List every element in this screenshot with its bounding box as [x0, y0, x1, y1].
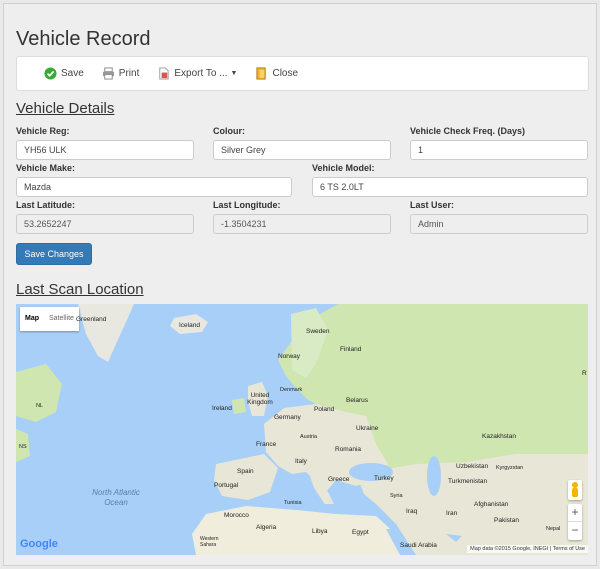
map-label-france: France	[256, 441, 277, 448]
last-user-field: Admin	[410, 214, 588, 234]
google-logo-text: Google	[20, 538, 58, 550]
vehicle-reg-field[interactable]: YH56 ULK	[16, 140, 194, 160]
colour-label: Colour:	[213, 126, 245, 136]
zoom-control: + −	[568, 504, 582, 540]
map-data-credit: Map data ©2015 Google, INEGI	[470, 546, 549, 552]
vehicle-make-label: Vehicle Make:	[16, 163, 76, 173]
map-label-germany: Germany	[274, 414, 301, 421]
map-label-portugal: Portugal	[214, 482, 239, 489]
last-user-label: Last User:	[410, 200, 455, 210]
map-label-turkmenistan: Turkmenistan	[448, 478, 488, 485]
map-label-egypt: Egypt	[352, 529, 369, 536]
map-label-norway: Norway	[278, 353, 301, 360]
colour-field[interactable]: Silver Grey	[213, 140, 391, 160]
last-latitude-field: 53.2652247	[16, 214, 194, 234]
map-label-spain: Spain	[237, 468, 254, 475]
map-label-iceland: Iceland	[179, 322, 200, 329]
map-label-r: R	[582, 370, 587, 377]
chevron-down-icon: ▼	[230, 70, 238, 77]
export-document-icon	[159, 67, 169, 80]
map-label-romania: Romania	[335, 446, 362, 453]
map-label-pakistan: Pakistan	[494, 517, 519, 524]
zoom-in-button[interactable]: +	[568, 504, 582, 521]
map-label-austria: Austria	[300, 434, 318, 440]
last-scan-location-heading: Last Scan Location	[16, 281, 144, 298]
map-label-iraq: Iraq	[406, 508, 418, 515]
map-label-denmark: Denmark	[280, 387, 303, 393]
map-label-algeria: Algeria	[256, 524, 277, 531]
vehicle-model-label: Vehicle Model:	[312, 163, 375, 173]
save-label: Save	[61, 68, 84, 79]
map-label-ns: NS	[19, 444, 27, 450]
close-button[interactable]: Close	[255, 67, 298, 80]
close-label: Close	[272, 68, 299, 79]
export-label: Export To ...	[174, 68, 228, 79]
map-label-ukraine: Ukraine	[356, 425, 379, 432]
check-freq-label: Vehicle Check Freq. (Days)	[410, 126, 526, 136]
checkmark-icon	[44, 67, 57, 80]
map-view[interactable]: Map Satellite Greenland Iceland Sweden F…	[16, 304, 588, 555]
map-type-control: Map Satellite	[20, 307, 79, 331]
print-label: Print	[118, 68, 140, 79]
map-label-united-kingdom: United Kingdom	[247, 392, 273, 406]
map-label-sweden: Sweden	[306, 328, 330, 335]
map-label-afghanistan: Afghanistan	[474, 501, 509, 508]
vehicle-reg-label: Vehicle Reg:	[16, 126, 70, 136]
street-view-pegman-icon[interactable]	[568, 480, 582, 500]
last-longitude-label: Last Longitude:	[213, 200, 281, 210]
map-label-libya: Libya	[312, 528, 328, 535]
vehicle-model-field[interactable]: 6 TS 2.0LT	[312, 177, 588, 197]
vehicle-make-field[interactable]: Mazda	[16, 177, 292, 197]
map-type-satellite-button[interactable]: Satellite	[44, 307, 79, 331]
map-label-greenland: Greenland	[76, 316, 107, 323]
map-label-uzbekistan: Uzbekistan	[456, 463, 489, 470]
map-label-western-sahara: Western Sahara	[200, 536, 219, 548]
export-dropdown[interactable]: Export To ... ▼	[157, 67, 237, 80]
close-door-icon	[256, 67, 267, 80]
map-label-kyrgyzstan: Kyrgyzstan	[496, 465, 524, 471]
map-label-nepal: Nepal	[546, 526, 561, 532]
map-label-turkey: Turkey	[374, 475, 394, 482]
printer-icon	[102, 67, 114, 80]
map-label-greece: Greece	[328, 476, 350, 483]
map-type-map-button[interactable]: Map	[20, 307, 44, 331]
map-label-ocean: North Atlantic Ocean	[92, 488, 140, 507]
vehicle-details-heading: Vehicle Details	[16, 100, 115, 117]
map-label-finland: Finland	[340, 346, 362, 353]
map-label-morocco: Morocco	[224, 512, 249, 519]
save-button[interactable]: Save	[44, 67, 84, 80]
last-longitude-field: -1.3504231	[213, 214, 391, 234]
map-label-saudi-arabia: Saudi Arabia	[400, 542, 437, 549]
last-latitude-label: Last Latitude:	[16, 200, 76, 210]
map-label-tunisia: Tunisia	[284, 500, 302, 506]
map-label-poland: Poland	[314, 406, 335, 413]
toolbar: Save Print Export To ... ▼ Close	[16, 56, 589, 91]
terms-of-use-link[interactable]: Terms of Use	[553, 546, 585, 552]
map-label-belarus: Belarus	[346, 397, 369, 404]
map-label-italy: Italy	[295, 458, 307, 465]
save-changes-button[interactable]: Save Changes	[16, 243, 92, 265]
map-label-syria: Syria	[390, 493, 403, 499]
zoom-out-button[interactable]: −	[568, 521, 582, 539]
google-logo: Google	[20, 538, 58, 550]
map-attribution: Map data ©2015 Google, INEGI | Terms of …	[467, 545, 588, 553]
map-label-nl: NL	[36, 403, 44, 409]
map-label-ireland: Ireland	[212, 405, 232, 412]
print-button[interactable]: Print	[102, 67, 140, 80]
map-label-iran: Iran	[446, 510, 458, 517]
check-freq-field[interactable]: 1	[410, 140, 588, 160]
map-label-kazakhstan: Kazakhstan	[482, 433, 516, 440]
page-container: Vehicle Record Save Print Export To ... …	[3, 3, 597, 566]
page-title: Vehicle Record	[16, 28, 151, 50]
